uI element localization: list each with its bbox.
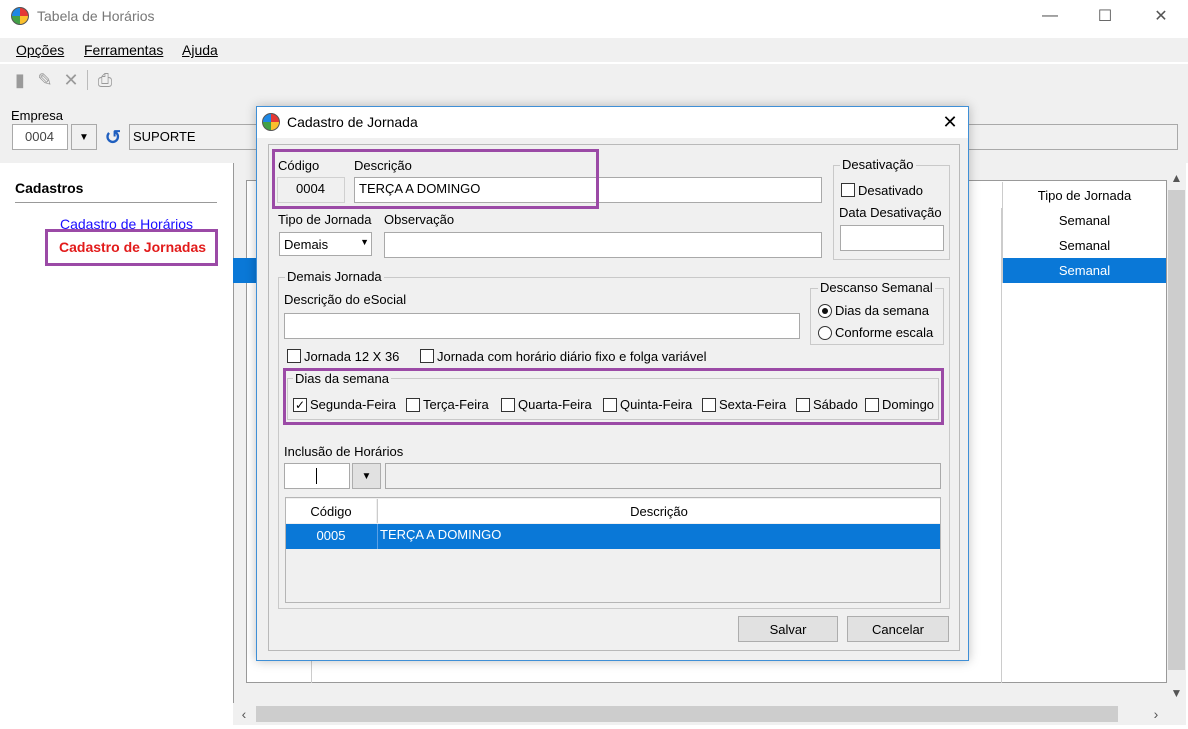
descricao-esocial-label: Descrição do eSocial [284, 292, 407, 307]
jornada-12x36-checkbox[interactable] [287, 349, 301, 363]
close-icon[interactable]: ✕ [935, 110, 965, 134]
toolbar [0, 64, 1188, 100]
edit-pencil-icon[interactable]: ✎ [36, 70, 54, 90]
inclusao-dropdown-button[interactable]: ▼ [352, 463, 381, 489]
desativacao-title: Desativação [840, 157, 916, 172]
column-header-tipo-jornada[interactable]: Tipo de Jornada [1002, 182, 1166, 208]
salvar-button[interactable]: Salvar [738, 616, 838, 642]
cadastros-title: Cadastros [15, 180, 84, 196]
scroll-up-icon[interactable]: ▲ [1167, 168, 1186, 188]
desativado-checkbox[interactable] [841, 183, 855, 197]
conforme-escala-radio[interactable] [818, 326, 832, 340]
table-row-selected[interactable]: Semanal [1002, 258, 1166, 283]
jornada-12x36-label: Jornada 12 X 36 [304, 349, 400, 364]
table-row-selected[interactable]: 0005 TERÇA A DOMINGO [286, 524, 940, 549]
data-desativacao-field[interactable] [840, 225, 944, 251]
delete-x-icon[interactable]: ✕ [62, 70, 80, 90]
text-cursor [316, 468, 317, 484]
data-desativacao-label: Data Desativação [839, 205, 942, 220]
descanso-semanal-title: Descanso Semanal [818, 280, 935, 295]
dias-semana-radio-label: Dias da semana [835, 303, 929, 318]
scroll-right-icon[interactable]: › [1148, 705, 1164, 723]
toolbar-separator [87, 70, 88, 90]
tipo-jornada-select[interactable]: Demais ▼ [279, 232, 372, 256]
chevron-down-icon: ▼ [79, 131, 89, 143]
highlight-box [272, 149, 599, 209]
print-icon[interactable]: ⎙ [96, 70, 114, 90]
tipo-jornada-label: Tipo de Jornada [278, 212, 372, 227]
horizontal-scroll-thumb[interactable] [256, 706, 1118, 722]
selected-row-fragment [233, 258, 256, 283]
app-icon [262, 113, 280, 131]
window-title: Tabela de Horários [37, 8, 155, 24]
minimize-button[interactable]: — [1030, 4, 1070, 28]
jornada-fixo-checkbox[interactable] [420, 349, 434, 363]
link-cadastro-jornadas[interactable]: Cadastro de Jornadas [59, 239, 206, 255]
menu-ferramentas[interactable]: Ferramentas [84, 42, 163, 58]
inclusao-horarios-input[interactable] [284, 463, 350, 489]
row-descricao: TERÇA A DOMINGO [380, 527, 502, 542]
table-row[interactable]: Semanal [1002, 233, 1166, 258]
close-window-button[interactable]: ✕ [1141, 4, 1181, 28]
empresa-dropdown-button[interactable]: ▼ [71, 124, 97, 150]
highlight-box [283, 368, 944, 425]
tipo-jornada-value: Demais [284, 237, 329, 252]
new-doc-icon[interactable]: ▮ [11, 70, 29, 90]
empresa-label: Empresa [11, 108, 64, 123]
inclusao-horarios-label: Inclusão de Horários [284, 444, 404, 459]
dias-semana-radio[interactable] [818, 304, 832, 318]
demais-jornada-title: Demais Jornada [285, 269, 384, 284]
chevron-down-icon: ▼ [361, 470, 372, 482]
descricao-esocial-field[interactable] [284, 313, 800, 339]
scroll-left-icon[interactable]: ‹ [236, 705, 252, 723]
table-row[interactable]: Semanal [1002, 208, 1166, 233]
cancelar-button[interactable]: Cancelar [847, 616, 949, 642]
app-icon [11, 7, 29, 25]
cell-divider [377, 524, 378, 549]
column-header-codigo[interactable]: Código [286, 499, 376, 523]
observacao-field[interactable] [384, 232, 822, 258]
inclusao-descricao-field [385, 463, 941, 489]
row-codigo: 0005 [316, 528, 346, 543]
chevron-down-icon: ▼ [360, 237, 369, 247]
maximize-button[interactable]: ☐ [1085, 4, 1125, 28]
desativado-label: Desativado [858, 183, 924, 198]
menu-bar [0, 38, 1188, 62]
vertical-scroll-thumb[interactable] [1168, 190, 1185, 670]
title-bar [0, 0, 1188, 32]
conforme-escala-radio-label: Conforme escala [835, 325, 934, 340]
dialog-title: Cadastro de Jornada [287, 114, 418, 130]
jornada-fixo-label: Jornada com horário diário fixo e folga … [437, 349, 707, 364]
menu-ajuda[interactable]: Ajuda [182, 42, 218, 58]
refresh-icon[interactable]: ↺ [100, 124, 126, 150]
menu-opcoes[interactable]: Opções [16, 42, 64, 58]
empresa-code-field[interactable]: 0004 [12, 124, 68, 150]
column-header-descricao[interactable]: Descrição [377, 499, 940, 523]
observacao-label: Observação [384, 212, 455, 227]
scroll-down-icon[interactable]: ▼ [1167, 683, 1186, 703]
divider [15, 202, 217, 203]
